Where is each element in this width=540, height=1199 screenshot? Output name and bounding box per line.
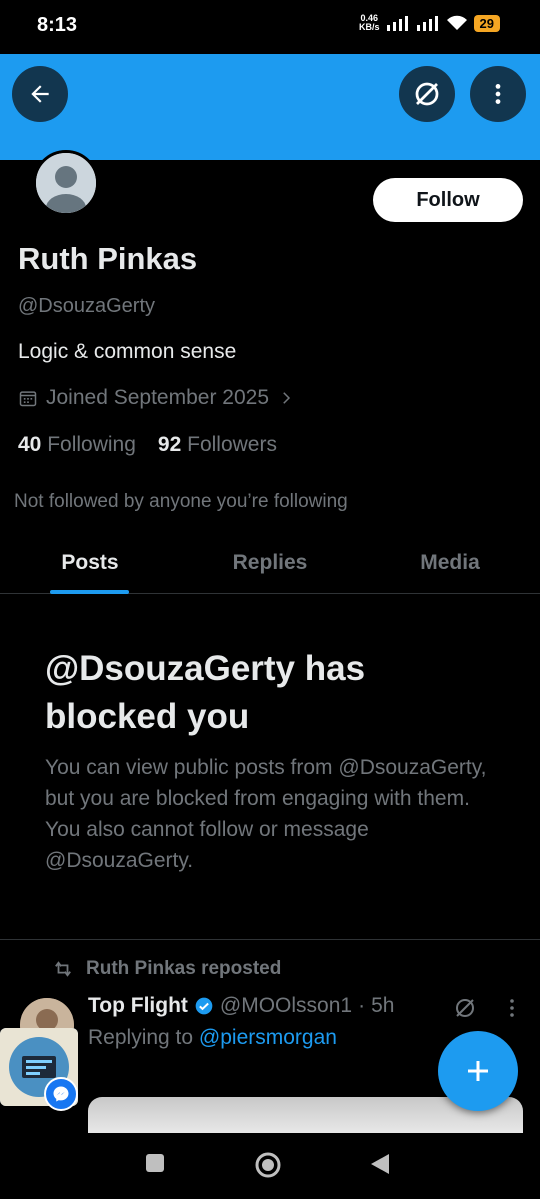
user-bio: Logic & common sense: [18, 340, 237, 363]
more-options-button[interactable]: [470, 66, 526, 122]
arrow-left-icon: [31, 85, 49, 103]
profile-avatar[interactable]: [33, 150, 99, 216]
signal-icon: [386, 16, 408, 31]
repost-indicator: Ruth Pinkas reposted: [52, 958, 281, 980]
post-author-name[interactable]: Top Flight: [88, 994, 188, 1018]
system-nav-bar: [0, 1133, 540, 1199]
follow-counts: 40 Following 92 Followers: [18, 433, 277, 457]
more-vertical-icon: [495, 84, 501, 104]
replying-to: Replying to @piersmorgan: [88, 1026, 337, 1049]
default-avatar-icon: [36, 153, 96, 213]
active-tab-indicator: [50, 590, 129, 594]
tab-media[interactable]: Media: [360, 534, 540, 593]
battery-indicator: 29: [473, 14, 500, 32]
joined-date[interactable]: Joined September 2025: [18, 386, 295, 410]
post-more-button[interactable]: [505, 997, 519, 1024]
post-author-handle[interactable]: @MOOlsson1: [220, 994, 352, 1018]
reply-target-link[interactable]: @piersmorgan: [199, 1026, 337, 1049]
joined-label: Joined September 2025: [46, 386, 269, 409]
status-time: 8:13: [37, 14, 78, 36]
status-icons: 0.46 KB/s 29: [359, 14, 500, 32]
square-icon: [146, 1154, 164, 1172]
repost-icon: [55, 961, 71, 977]
post-separator: ·: [358, 994, 366, 1017]
net-speed: 0.46 KB/s: [359, 13, 380, 32]
circle-icon: [255, 1152, 281, 1178]
user-handle: @DsouzaGerty: [18, 295, 156, 317]
status-bar: 8:13 0.46 KB/s 29: [0, 0, 540, 54]
recents-button[interactable]: [145, 1153, 165, 1178]
follow-button[interactable]: Follow: [373, 178, 523, 222]
not-followed-note: Not followed by anyone you’re following: [14, 491, 348, 512]
chevron-right-icon: [283, 392, 291, 404]
signal-icon-2: [416, 16, 438, 31]
blocked-message: You can view public posts from @DsouzaGe…: [45, 756, 487, 872]
calendar-icon: [19, 391, 37, 407]
messenger-icon: [53, 1086, 69, 1102]
grok-button[interactable]: [399, 66, 455, 122]
tab-posts[interactable]: Posts: [0, 534, 180, 593]
verified-badge-icon: [195, 997, 213, 1015]
plus-icon: [468, 1061, 488, 1081]
post-grok-button[interactable]: [453, 996, 477, 1025]
divider: [0, 939, 540, 940]
wifi-icon: [446, 15, 467, 30]
grok-icon: [456, 999, 474, 1017]
home-button[interactable]: [254, 1151, 282, 1184]
post-header: Top Flight @MOOlsson1 · 5h: [88, 994, 394, 1018]
compose-post-button[interactable]: [438, 1031, 518, 1111]
following-link[interactable]: 40 Following: [18, 433, 136, 457]
followers-link[interactable]: 92 Followers: [158, 433, 277, 457]
tab-replies[interactable]: Replies: [180, 534, 360, 593]
post-time: 5h: [371, 994, 395, 1017]
back-nav-button[interactable]: [370, 1153, 390, 1180]
display-name: Ruth Pinkas: [18, 241, 198, 276]
messenger-badge: [44, 1077, 78, 1111]
repost-label: Ruth Pinkas reposted: [86, 958, 282, 979]
profile-tabs: Posts Replies Media: [0, 534, 540, 594]
triangle-back-icon: [371, 1154, 389, 1174]
grok-icon: [415, 82, 439, 106]
profile-banner: [0, 54, 540, 160]
back-button[interactable]: [12, 66, 68, 122]
more-vertical-icon: [510, 999, 514, 1017]
blocked-title: @DsouzaGerty has blocked you: [45, 649, 366, 736]
